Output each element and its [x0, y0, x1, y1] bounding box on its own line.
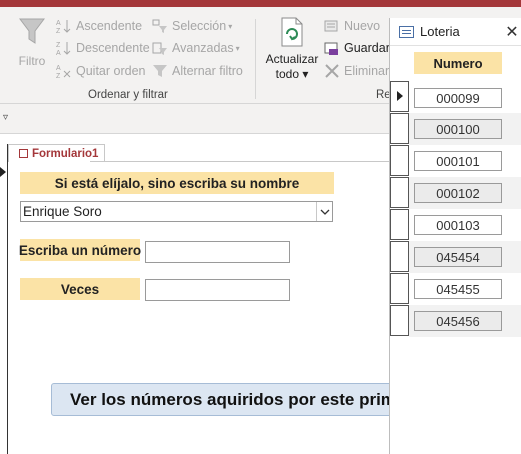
- advanced-filter-icon: [152, 40, 168, 56]
- datasheet-icon: [399, 25, 414, 38]
- ascending-label: Ascendente: [76, 19, 143, 33]
- toggle-filter-label: Alternar filtro: [172, 64, 243, 78]
- advanced-button[interactable]: Avanzadas ▾: [152, 39, 240, 57]
- delete-label: Eliminar: [344, 64, 390, 78]
- name-combobox[interactable]: Enrique Soro: [20, 201, 333, 222]
- chevron-down-icon[interactable]: [316, 202, 332, 221]
- numero-cell[interactable]: 045455: [414, 279, 502, 299]
- new-record-label: Nuevo: [344, 19, 381, 33]
- number-input[interactable]: [145, 241, 290, 263]
- advanced-label: Avanzadas: [172, 41, 234, 55]
- current-record-arrow-icon: [397, 91, 403, 101]
- close-icon[interactable]: ✕: [502, 22, 521, 42]
- toggle-filter-icon: [152, 63, 168, 79]
- delete-button[interactable]: Eliminar: [324, 62, 389, 80]
- save-label: Guardar: [344, 41, 390, 55]
- refresh-icon: [281, 17, 303, 47]
- new-record-button[interactable]: Nuevo: [324, 17, 380, 35]
- row-selector[interactable]: [390, 241, 409, 272]
- times-input[interactable]: [145, 279, 290, 301]
- tab-divider: [90, 161, 390, 162]
- refresh-label-line2: todo ▾: [275, 67, 309, 81]
- row-selector[interactable]: [390, 145, 409, 176]
- numero-cell[interactable]: 000100: [414, 119, 502, 139]
- view-numbers-button[interactable]: Ver los números aquiridos por este prim: [51, 383, 396, 416]
- row-selector[interactable]: [390, 113, 409, 144]
- descending-label: Descendente: [76, 41, 150, 55]
- sort-ascending-icon: AZ: [56, 18, 72, 34]
- row-selector[interactable]: [390, 81, 409, 112]
- svg-text:Z: Z: [56, 73, 61, 79]
- filter-button[interactable]: Filtro: [14, 17, 50, 69]
- toggle-filter-button[interactable]: Alternar filtro: [152, 62, 243, 80]
- sort-descending-icon: ZA: [56, 40, 72, 56]
- selection-filter-icon: [152, 18, 168, 34]
- numero-cell[interactable]: 000103: [414, 215, 502, 235]
- row-selector[interactable]: [390, 177, 409, 208]
- funnel-icon: [19, 18, 45, 44]
- svg-text:A: A: [56, 65, 61, 72]
- row-selector[interactable]: [390, 305, 409, 336]
- filter-label: Filtro: [18, 54, 46, 68]
- title-bar-strip: [0, 0, 521, 7]
- times-label: Veces: [20, 278, 140, 300]
- record-selector-bar[interactable]: [0, 144, 8, 454]
- svg-text:A: A: [56, 50, 61, 56]
- refresh-label-line1: Actualizar: [265, 52, 319, 66]
- save-button[interactable]: Guardar: [324, 39, 390, 57]
- descending-button[interactable]: ZA Descendente: [56, 39, 150, 57]
- name-combobox-value: Enrique Soro: [23, 204, 102, 219]
- form-area: Formulario1 Si está elíjalo, sino escrib…: [0, 134, 396, 454]
- clear-sort-icon: AZ: [56, 63, 72, 79]
- svg-text:A: A: [56, 20, 61, 27]
- numero-column-header: Numero: [414, 52, 502, 74]
- row-selector[interactable]: [390, 209, 409, 240]
- svg-text:Z: Z: [56, 42, 61, 49]
- selection-button[interactable]: Selección ▾: [152, 17, 232, 35]
- group-separator: [255, 19, 256, 99]
- navigation-strip: ▿: [0, 104, 390, 134]
- delete-x-icon: [324, 63, 340, 79]
- new-record-icon: [324, 18, 340, 34]
- loteria-panel: Loteria ✕ Numero 000099 000100 000101 00…: [389, 18, 521, 454]
- refresh-all-button[interactable]: Actualizar todo ▾: [264, 17, 320, 82]
- svg-text:Z: Z: [56, 28, 61, 34]
- loteria-title: Loteria: [420, 24, 460, 39]
- chevron-down-icon: ▾: [228, 21, 233, 31]
- number-label: Escriba un número: [19, 239, 141, 261]
- collapse-chevron-icon[interactable]: ▿: [3, 112, 8, 123]
- numero-cell[interactable]: 000102: [414, 183, 502, 203]
- chevron-down-icon: ▾: [235, 43, 240, 53]
- numero-cell[interactable]: 000101: [414, 151, 502, 171]
- current-record-arrow-icon: [0, 167, 6, 177]
- numero-cell[interactable]: 000099: [414, 88, 502, 108]
- remove-order-label: Quitar orden: [76, 64, 146, 78]
- loteria-title-bar: Loteria ✕: [390, 18, 521, 46]
- numero-cell[interactable]: 045456: [414, 311, 502, 331]
- row-selector[interactable]: [390, 273, 409, 304]
- remove-order-button[interactable]: AZ Quitar orden: [56, 62, 145, 80]
- tab-label: Formulario1: [32, 147, 99, 160]
- form-icon: [19, 149, 28, 158]
- choose-name-label: Si está elíjalo, sino escriba su nombre: [20, 172, 334, 194]
- selection-label: Selección: [172, 19, 227, 33]
- group-label-sort-filter: Ordenar y filtrar: [88, 89, 168, 101]
- save-icon: [324, 40, 340, 56]
- tab-formulario1[interactable]: Formulario1: [8, 144, 106, 162]
- numero-cell[interactable]: 045454: [414, 247, 502, 267]
- ascending-button[interactable]: AZ Ascendente: [56, 17, 142, 35]
